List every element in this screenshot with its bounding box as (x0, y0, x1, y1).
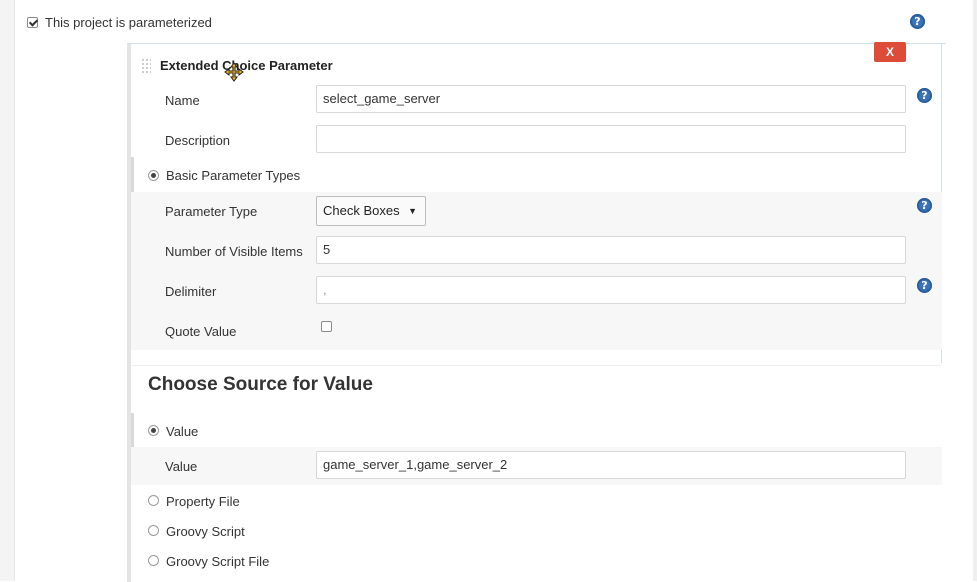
section-divider (131, 365, 941, 366)
name-help-icon[interactable]: ? (917, 88, 932, 103)
page-left-gutter (0, 0, 15, 581)
source-heading: Choose Source for Value (148, 374, 373, 395)
move-cursor-icon (224, 62, 244, 82)
visible-items-input[interactable]: 5 (316, 236, 906, 264)
value-radio[interactable] (148, 425, 159, 436)
name-label: Name (165, 93, 200, 108)
description-input[interactable] (316, 125, 906, 153)
chevron-down-icon: ▼ (408, 206, 417, 216)
parameter-type-help-icon[interactable]: ? (917, 198, 932, 213)
parameterized-checkbox[interactable] (27, 16, 38, 28)
quote-value-label: Quote Value (165, 324, 237, 339)
groovy-script-radio[interactable] (148, 525, 159, 536)
basic-types-radio[interactable] (148, 170, 159, 181)
basic-types-label: Basic Parameter Types (166, 168, 301, 183)
groovy-script-label: Groovy Script (166, 524, 245, 539)
panel-title: Extended Choice Parameter (160, 58, 333, 73)
description-label: Description (165, 133, 231, 148)
name-input[interactable]: select_game_server (316, 85, 906, 113)
drag-handle-icon[interactable] (141, 58, 151, 74)
visible-items-label: Number of Visible Items (165, 244, 303, 259)
delimiter-label: Delimiter (165, 284, 217, 299)
delete-button[interactable]: X (874, 42, 906, 62)
parameter-type-value: Check Boxes (323, 203, 400, 218)
value-input[interactable]: game_server_1,game_server_2 (316, 451, 906, 479)
parameterized-label: This project is parameterized (45, 14, 212, 30)
groovy-script-file-label: Groovy Script File (166, 554, 270, 569)
groovy-script-file-radio[interactable] (148, 555, 159, 566)
property-file-label: Property File (166, 494, 240, 509)
parameter-type-label: Parameter Type (165, 204, 258, 219)
parameterized-row[interactable]: This project is parameterized (27, 12, 212, 32)
page-scroll-gutter (973, 0, 977, 581)
delimiter-help-icon[interactable]: ? (917, 278, 932, 293)
value-radio-label: Value (166, 424, 199, 439)
quote-value-checkbox[interactable] (321, 321, 332, 332)
parameter-type-select[interactable]: Check Boxes ▼ (316, 196, 426, 226)
value-label: Value (165, 459, 198, 474)
help-icon[interactable]: ? (910, 14, 925, 29)
delimiter-input[interactable]: , (316, 276, 906, 304)
property-file-radio[interactable] (148, 495, 159, 506)
